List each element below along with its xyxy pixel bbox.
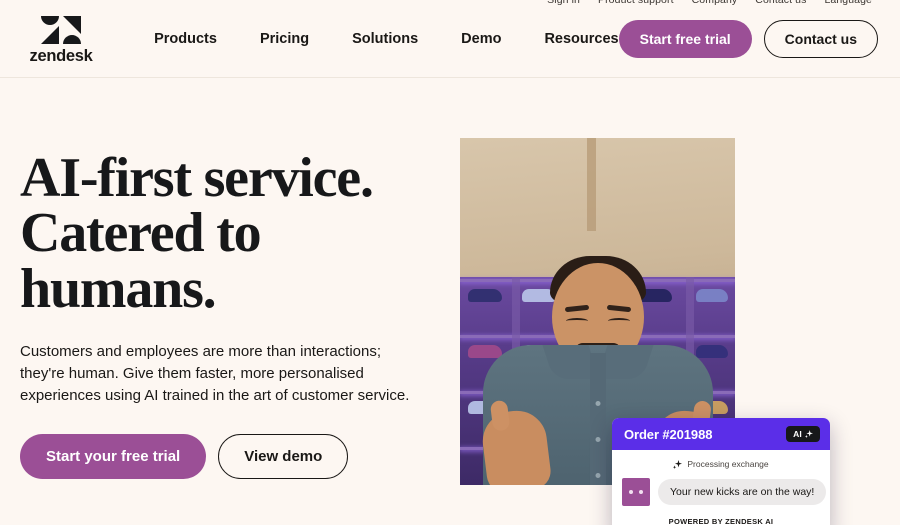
hero-title: AI-first service. Catered to humans. <box>20 150 440 320</box>
person-eye <box>607 318 630 324</box>
bot-avatar-icon <box>622 478 650 506</box>
hero-title-line-2: Catered to <box>20 202 262 265</box>
header-actions: Start free trial Contact us <box>618 19 878 58</box>
nav-item-resources[interactable]: Resources <box>544 25 618 53</box>
view-demo-button[interactable]: View demo <box>218 434 349 480</box>
shirt-button <box>595 437 600 442</box>
start-free-trial-button[interactable]: Start free trial <box>618 19 752 58</box>
nav-item-products[interactable]: Products <box>154 25 217 53</box>
hero-subtitle: Customers and employees are more than in… <box>20 343 410 405</box>
chat-message-bubble: Your new kicks are on the way! <box>658 479 827 505</box>
chat-widget[interactable]: Order #201988 AI Processing exchange You… <box>612 418 830 525</box>
utility-link-sign-in[interactable]: Sign in <box>547 0 580 6</box>
bot-eye <box>629 490 633 494</box>
hero-title-line-3: humans. <box>20 257 217 320</box>
sparkle-icon <box>805 430 813 438</box>
ai-badge: AI <box>786 426 820 442</box>
person-eye <box>565 318 588 324</box>
ai-badge-label: AI <box>793 429 802 439</box>
utility-link-contact-us[interactable]: Contact us <box>755 0 806 6</box>
order-number-label: Order #201988 <box>624 426 713 442</box>
powered-by-label: POWERED BY ZENDESK AI <box>668 517 774 525</box>
utility-link-product-support[interactable]: Product support <box>598 0 674 6</box>
sneaker <box>468 288 502 302</box>
wall-beam <box>586 138 596 231</box>
sneaker <box>468 344 502 358</box>
utility-nav: Sign in Product support Company Contact … <box>0 0 900 9</box>
shirt-button <box>595 401 600 406</box>
contact-us-button[interactable]: Contact us <box>763 19 878 58</box>
sneaker <box>696 344 728 358</box>
nav-item-solutions[interactable]: Solutions <box>352 25 418 53</box>
utility-link-language[interactable]: Language <box>824 0 872 6</box>
shirt-placket <box>589 353 606 485</box>
hero-copy: AI-first service. Catered to humans. Cus… <box>20 150 440 480</box>
zendesk-z-logo-icon <box>41 16 82 44</box>
logo-wordmark: zendesk <box>29 47 93 65</box>
processing-status: Processing exchange <box>622 459 820 469</box>
utility-link-company[interactable]: Company <box>692 0 738 6</box>
sparkle-icon <box>673 459 683 469</box>
hero-section: AI-first service. Catered to humans. Cus… <box>0 78 900 525</box>
site-header: zendesk Products Pricing Solutions Demo … <box>0 0 900 78</box>
hero-cta-group: Start your free trial View demo <box>20 434 440 480</box>
nav-item-pricing[interactable]: Pricing <box>260 25 309 53</box>
chat-widget-header: Order #201988 AI <box>612 418 830 450</box>
zendesk-logo[interactable]: zendesk <box>26 11 96 66</box>
processing-status-label: Processing exchange <box>687 459 769 469</box>
sneaker <box>696 288 728 302</box>
nav-item-demo[interactable]: Demo <box>461 25 501 53</box>
start-your-free-trial-button[interactable]: Start your free trial <box>20 434 207 480</box>
main-navigation: Products Pricing Solutions Demo Resource… <box>154 25 619 53</box>
shirt-button <box>595 473 600 478</box>
chat-message-row: Your new kicks are on the way! <box>622 478 827 506</box>
bot-eye <box>639 490 643 494</box>
hero-title-line-1: AI-first service. <box>20 147 374 209</box>
chat-widget-body: Processing exchange Your new kicks are o… <box>612 450 830 525</box>
